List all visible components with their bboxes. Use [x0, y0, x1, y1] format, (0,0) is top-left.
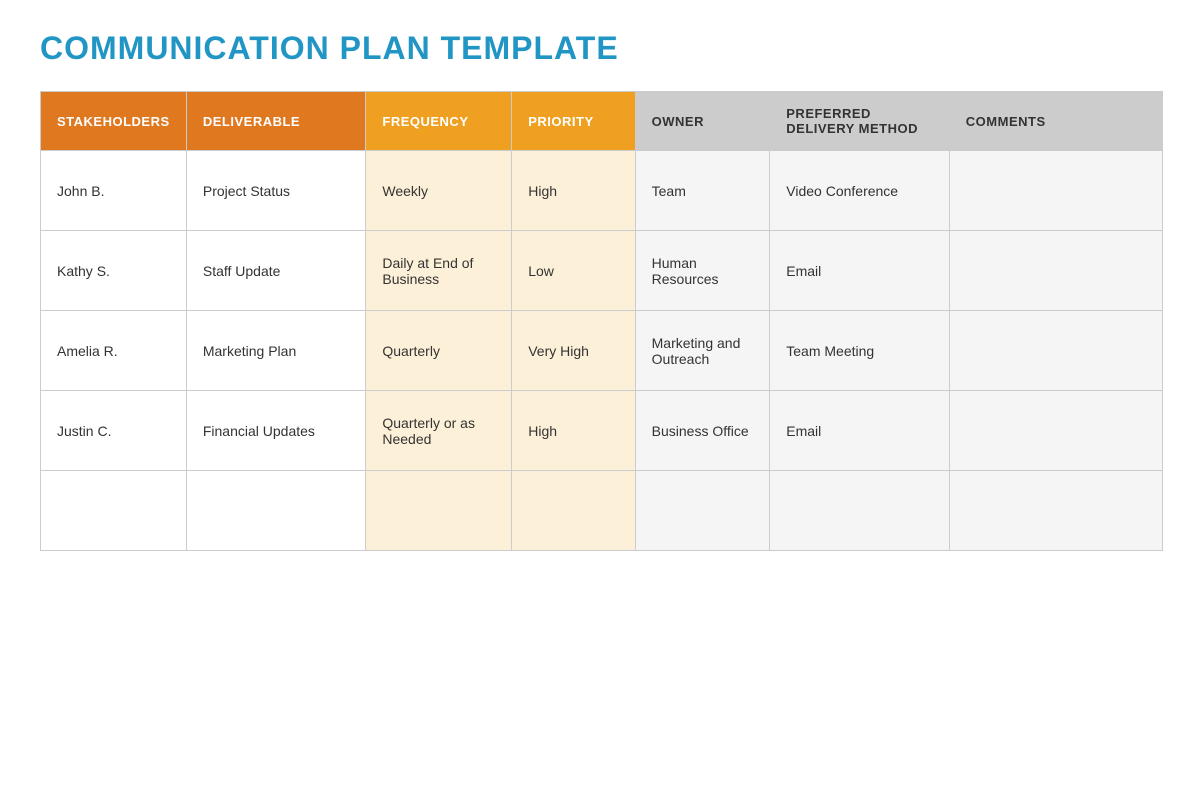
cell-priority: Low: [512, 231, 635, 311]
cell-deliverable: [186, 471, 366, 551]
cell-deliverable: Marketing Plan: [186, 311, 366, 391]
header-frequency: FREQUENCY: [366, 92, 512, 151]
header-delivery-method: PREFERRED DELIVERY METHOD: [770, 92, 950, 151]
header-deliverable: DELIVERABLE: [186, 92, 366, 151]
cell-comments: [949, 311, 1162, 391]
cell-owner: Team: [635, 151, 770, 231]
cell-owner: [635, 471, 770, 551]
cell-stakeholder: Justin C.: [41, 391, 187, 471]
cell-delivery-method: [770, 471, 950, 551]
table-row: Amelia R.Marketing PlanQuarterlyVery Hig…: [41, 311, 1163, 391]
cell-priority: Very High: [512, 311, 635, 391]
cell-stakeholder: Amelia R.: [41, 311, 187, 391]
cell-comments: [949, 471, 1162, 551]
header-owner: OWNER: [635, 92, 770, 151]
cell-delivery-method: Video Conference: [770, 151, 950, 231]
table-row: [41, 471, 1163, 551]
communication-plan-table: STAKEHOLDERS DELIVERABLE FREQUENCY PRIOR…: [40, 91, 1163, 551]
cell-deliverable: Financial Updates: [186, 391, 366, 471]
table-row: Kathy S.Staff UpdateDaily at End of Busi…: [41, 231, 1163, 311]
table-row: Justin C.Financial UpdatesQuarterly or a…: [41, 391, 1163, 471]
cell-priority: High: [512, 151, 635, 231]
cell-deliverable: Staff Update: [186, 231, 366, 311]
cell-frequency: Weekly: [366, 151, 512, 231]
cell-comments: [949, 231, 1162, 311]
header-priority: PRIORITY: [512, 92, 635, 151]
cell-owner: Marketing and Outreach: [635, 311, 770, 391]
cell-stakeholder: [41, 471, 187, 551]
cell-frequency: Daily at End of Business: [366, 231, 512, 311]
header-comments: COMMENTS: [949, 92, 1162, 151]
cell-delivery-method: Email: [770, 231, 950, 311]
table-header-row: STAKEHOLDERS DELIVERABLE FREQUENCY PRIOR…: [41, 92, 1163, 151]
page-title: COMMUNICATION PLAN TEMPLATE: [40, 30, 1163, 67]
cell-priority: [512, 471, 635, 551]
table-row: John B.Project StatusWeeklyHighTeamVideo…: [41, 151, 1163, 231]
cell-priority: High: [512, 391, 635, 471]
cell-frequency: Quarterly or as Needed: [366, 391, 512, 471]
cell-stakeholder: Kathy S.: [41, 231, 187, 311]
cell-delivery-method: Email: [770, 391, 950, 471]
cell-frequency: Quarterly: [366, 311, 512, 391]
cell-owner: Human Resources: [635, 231, 770, 311]
cell-delivery-method: Team Meeting: [770, 311, 950, 391]
cell-comments: [949, 151, 1162, 231]
cell-deliverable: Project Status: [186, 151, 366, 231]
cell-owner: Business Office: [635, 391, 770, 471]
header-stakeholders: STAKEHOLDERS: [41, 92, 187, 151]
cell-comments: [949, 391, 1162, 471]
cell-frequency: [366, 471, 512, 551]
cell-stakeholder: John B.: [41, 151, 187, 231]
